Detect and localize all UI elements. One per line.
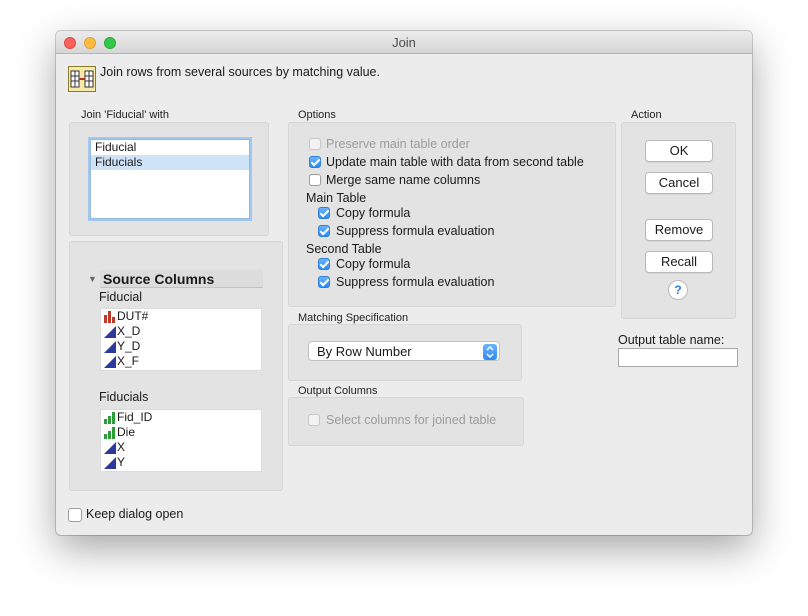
join-with-label: Join 'Fiducial' with [81, 109, 169, 121]
merge-same-checkbox[interactable] [309, 174, 321, 186]
column-item-y[interactable]: Y [101, 455, 261, 470]
matching-spec-label: Matching Specification [298, 312, 409, 324]
output-table-name-input[interactable] [618, 348, 738, 367]
column-item-x-f[interactable]: X_F [101, 354, 261, 369]
update-main-checkbox[interactable] [309, 156, 321, 168]
update-main-label: Update main table with data from second … [326, 155, 584, 169]
column-label: Die [117, 425, 136, 439]
fiducial-columns-list[interactable]: DUT# X_D Y_D X_F [100, 308, 262, 371]
merge-same-label: Merge same name columns [326, 173, 481, 187]
action-label: Action [631, 109, 662, 121]
ordinal-bar-icon [104, 412, 116, 424]
dialog-description: Join rows from several sources by matchi… [100, 65, 380, 79]
second-copy-formula-label: Copy formula [336, 257, 411, 271]
column-label: Fid_ID [117, 410, 153, 424]
second-suppress-eval-label: Suppress formula evaluation [336, 275, 495, 289]
main-suppress-eval-label: Suppress formula evaluation [336, 224, 495, 238]
preserve-order-checkbox[interactable] [309, 138, 321, 150]
fiducials-columns-list[interactable]: Fid_ID Die X Y [100, 409, 262, 472]
column-item-x-d[interactable]: X_D [101, 324, 261, 339]
main-suppress-eval-checkbox[interactable] [318, 225, 330, 237]
second-suppress-eval-checkbox[interactable] [318, 276, 330, 288]
title-bar: Join [56, 31, 752, 54]
column-item-y-d[interactable]: Y_D [101, 339, 261, 354]
column-item-dut[interactable]: DUT# [101, 309, 261, 324]
help-button[interactable]: ? [668, 280, 688, 300]
preserve-order-label: Preserve main table order [326, 137, 470, 151]
join-with-list[interactable]: Fiducial Fiducials [90, 139, 250, 219]
window-title: Join [392, 35, 416, 50]
nominal-bar-icon [104, 311, 116, 323]
source-columns-header[interactable]: Source Columns [100, 270, 263, 288]
options-label: Options [298, 109, 336, 121]
output-table-name-label: Output table name: [618, 333, 725, 347]
disclosure-triangle-icon[interactable]: ▼ [88, 274, 97, 284]
list-item-fiducial[interactable]: Fiducial [91, 140, 249, 155]
fiducial-table-label: Fiducial [99, 290, 143, 304]
second-table-heading: Second Table [306, 242, 382, 256]
matching-spec-select[interactable]: By Row Number [308, 341, 500, 361]
continuous-ramp-icon [104, 457, 116, 469]
recall-button[interactable]: Recall [645, 251, 713, 273]
matching-spec-value: By Row Number [317, 344, 412, 359]
fiducials-table-label: Fiducials [99, 390, 149, 404]
keep-dialog-open-checkbox[interactable] [68, 508, 82, 522]
column-label: DUT# [117, 309, 149, 323]
ordinal-bar-icon [104, 427, 116, 439]
continuous-ramp-icon [104, 442, 116, 454]
output-columns-label: Output Columns [298, 385, 378, 397]
main-copy-formula-checkbox[interactable] [318, 207, 330, 219]
column-label: X_D [117, 324, 141, 338]
continuous-ramp-icon [104, 341, 116, 353]
list-item-fiducials[interactable]: Fiducials [91, 155, 249, 170]
column-label: Y_D [117, 339, 141, 353]
column-label: X_F [117, 354, 140, 368]
cancel-button[interactable]: Cancel [645, 172, 713, 194]
remove-button[interactable]: Remove [645, 219, 713, 241]
continuous-ramp-icon [104, 356, 116, 368]
column-item-die[interactable]: Die [101, 425, 261, 440]
main-table-heading: Main Table [306, 191, 367, 205]
column-item-fid-id[interactable]: Fid_ID [101, 410, 261, 425]
column-item-x[interactable]: X [101, 440, 261, 455]
select-columns-checkbox[interactable] [308, 414, 320, 426]
select-columns-label: Select columns for joined table [326, 413, 497, 427]
keep-dialog-open-label: Keep dialog open [86, 507, 184, 521]
join-table-icon [68, 66, 96, 92]
main-copy-formula-label: Copy formula [336, 206, 411, 220]
join-dialog: Join Join rows from several sources by m… [56, 31, 752, 535]
ok-button[interactable]: OK [645, 140, 713, 162]
chevron-updown-icon [483, 344, 497, 360]
second-copy-formula-checkbox[interactable] [318, 258, 330, 270]
column-label: Y [117, 455, 126, 469]
column-label: X [117, 440, 126, 454]
continuous-ramp-icon [104, 326, 116, 338]
